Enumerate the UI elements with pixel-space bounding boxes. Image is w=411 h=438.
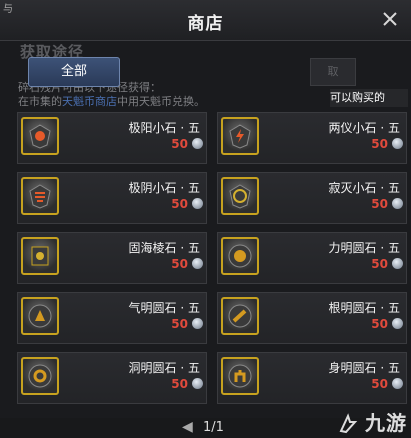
item-price: 50 — [171, 377, 188, 391]
close-icon — [383, 12, 397, 26]
item-price: 50 — [371, 197, 388, 211]
item-price: 50 — [371, 137, 388, 151]
shop-item[interactable]: 极阳小石 · 五 50 — [17, 112, 207, 164]
shop-item[interactable]: 力明圆石 · 五 50 — [217, 232, 407, 284]
shop-item[interactable]: 洞明圆石 · 五 50 — [17, 352, 207, 404]
coin-icon — [192, 258, 203, 269]
page-indicator: 1/1 — [203, 420, 224, 435]
coin-icon — [392, 138, 403, 149]
coin-icon — [392, 378, 403, 389]
coin-icon — [192, 318, 203, 329]
item-price: 50 — [371, 377, 388, 391]
item-name: 固海棱石 · 五 — [128, 241, 200, 255]
window-title: 商店 — [187, 14, 224, 34]
shop-item[interactable]: 根明圆石 · 五 50 — [217, 292, 407, 344]
item-name: 根明圆石 · 五 — [328, 301, 400, 315]
item-price: 50 — [171, 137, 188, 151]
item-price: 50 — [171, 317, 188, 331]
purchasable-filter[interactable]: 可以购买的 — [330, 89, 408, 107]
source-line-2-prefix: 在市集的 — [18, 95, 62, 108]
item-price: 50 — [171, 197, 188, 211]
strength-stone-icon — [221, 237, 259, 275]
item-name: 极阴小石 · 五 — [128, 181, 200, 195]
shop-item[interactable]: 极阴小石 · 五 50 — [17, 172, 207, 224]
item-price: 50 — [371, 317, 388, 331]
close-button[interactable] — [377, 6, 403, 32]
shop-item[interactable]: 两仪小石 · 五 50 — [217, 112, 407, 164]
shop-item[interactable]: 气明圆石 · 五 50 — [17, 292, 207, 344]
item-name: 极阳小石 · 五 — [128, 121, 200, 135]
coin-icon — [192, 198, 203, 209]
coin-icon — [192, 138, 203, 149]
cave-stone-icon — [21, 357, 59, 395]
source-line-2: 在市集的天魁币商店中用天魁币兑换。 — [18, 93, 205, 109]
shop-item[interactable]: 身明圆石 · 五 50 — [217, 352, 407, 404]
item-name: 寂灭小石 · 五 — [328, 181, 400, 195]
obtain-button[interactable]: 取 — [310, 58, 356, 86]
item-price: 50 — [171, 257, 188, 271]
void-stone-icon — [221, 177, 259, 215]
coin-icon — [392, 318, 403, 329]
lightning-stone-icon — [221, 117, 259, 155]
shop-item[interactable]: 寂灭小石 · 五 50 — [217, 172, 407, 224]
source-line-2-suffix: 中用天魁币兑换。 — [117, 95, 205, 108]
shop-link[interactable]: 天魁币商店 — [62, 95, 117, 108]
moon-stone-icon — [21, 177, 59, 215]
prev-page-button[interactable]: ◀ — [182, 419, 193, 435]
coin-icon — [392, 198, 403, 209]
watermark: 九游 — [365, 411, 407, 435]
item-name: 洞明圆石 · 五 — [128, 361, 200, 375]
item-price: 50 — [371, 257, 388, 271]
root-stone-icon — [221, 297, 259, 335]
coin-icon — [392, 258, 403, 269]
sun-stone-icon — [21, 117, 59, 155]
title-bar: 与 商店 — [0, 0, 411, 41]
sea-stone-icon — [21, 237, 59, 275]
item-name: 两仪小石 · 五 — [328, 121, 400, 135]
body-stone-icon — [221, 357, 259, 395]
item-name: 气明圆石 · 五 — [128, 301, 200, 315]
item-name: 身明圆石 · 五 — [328, 361, 400, 375]
item-name: 力明圆石 · 五 — [328, 241, 400, 255]
shop-item[interactable]: 固海棱石 · 五 50 — [17, 232, 207, 284]
qi-stone-icon — [21, 297, 59, 335]
tab-all[interactable]: 全部 — [28, 57, 120, 87]
watermark-logo-icon — [339, 413, 358, 434]
coin-icon — [192, 378, 203, 389]
